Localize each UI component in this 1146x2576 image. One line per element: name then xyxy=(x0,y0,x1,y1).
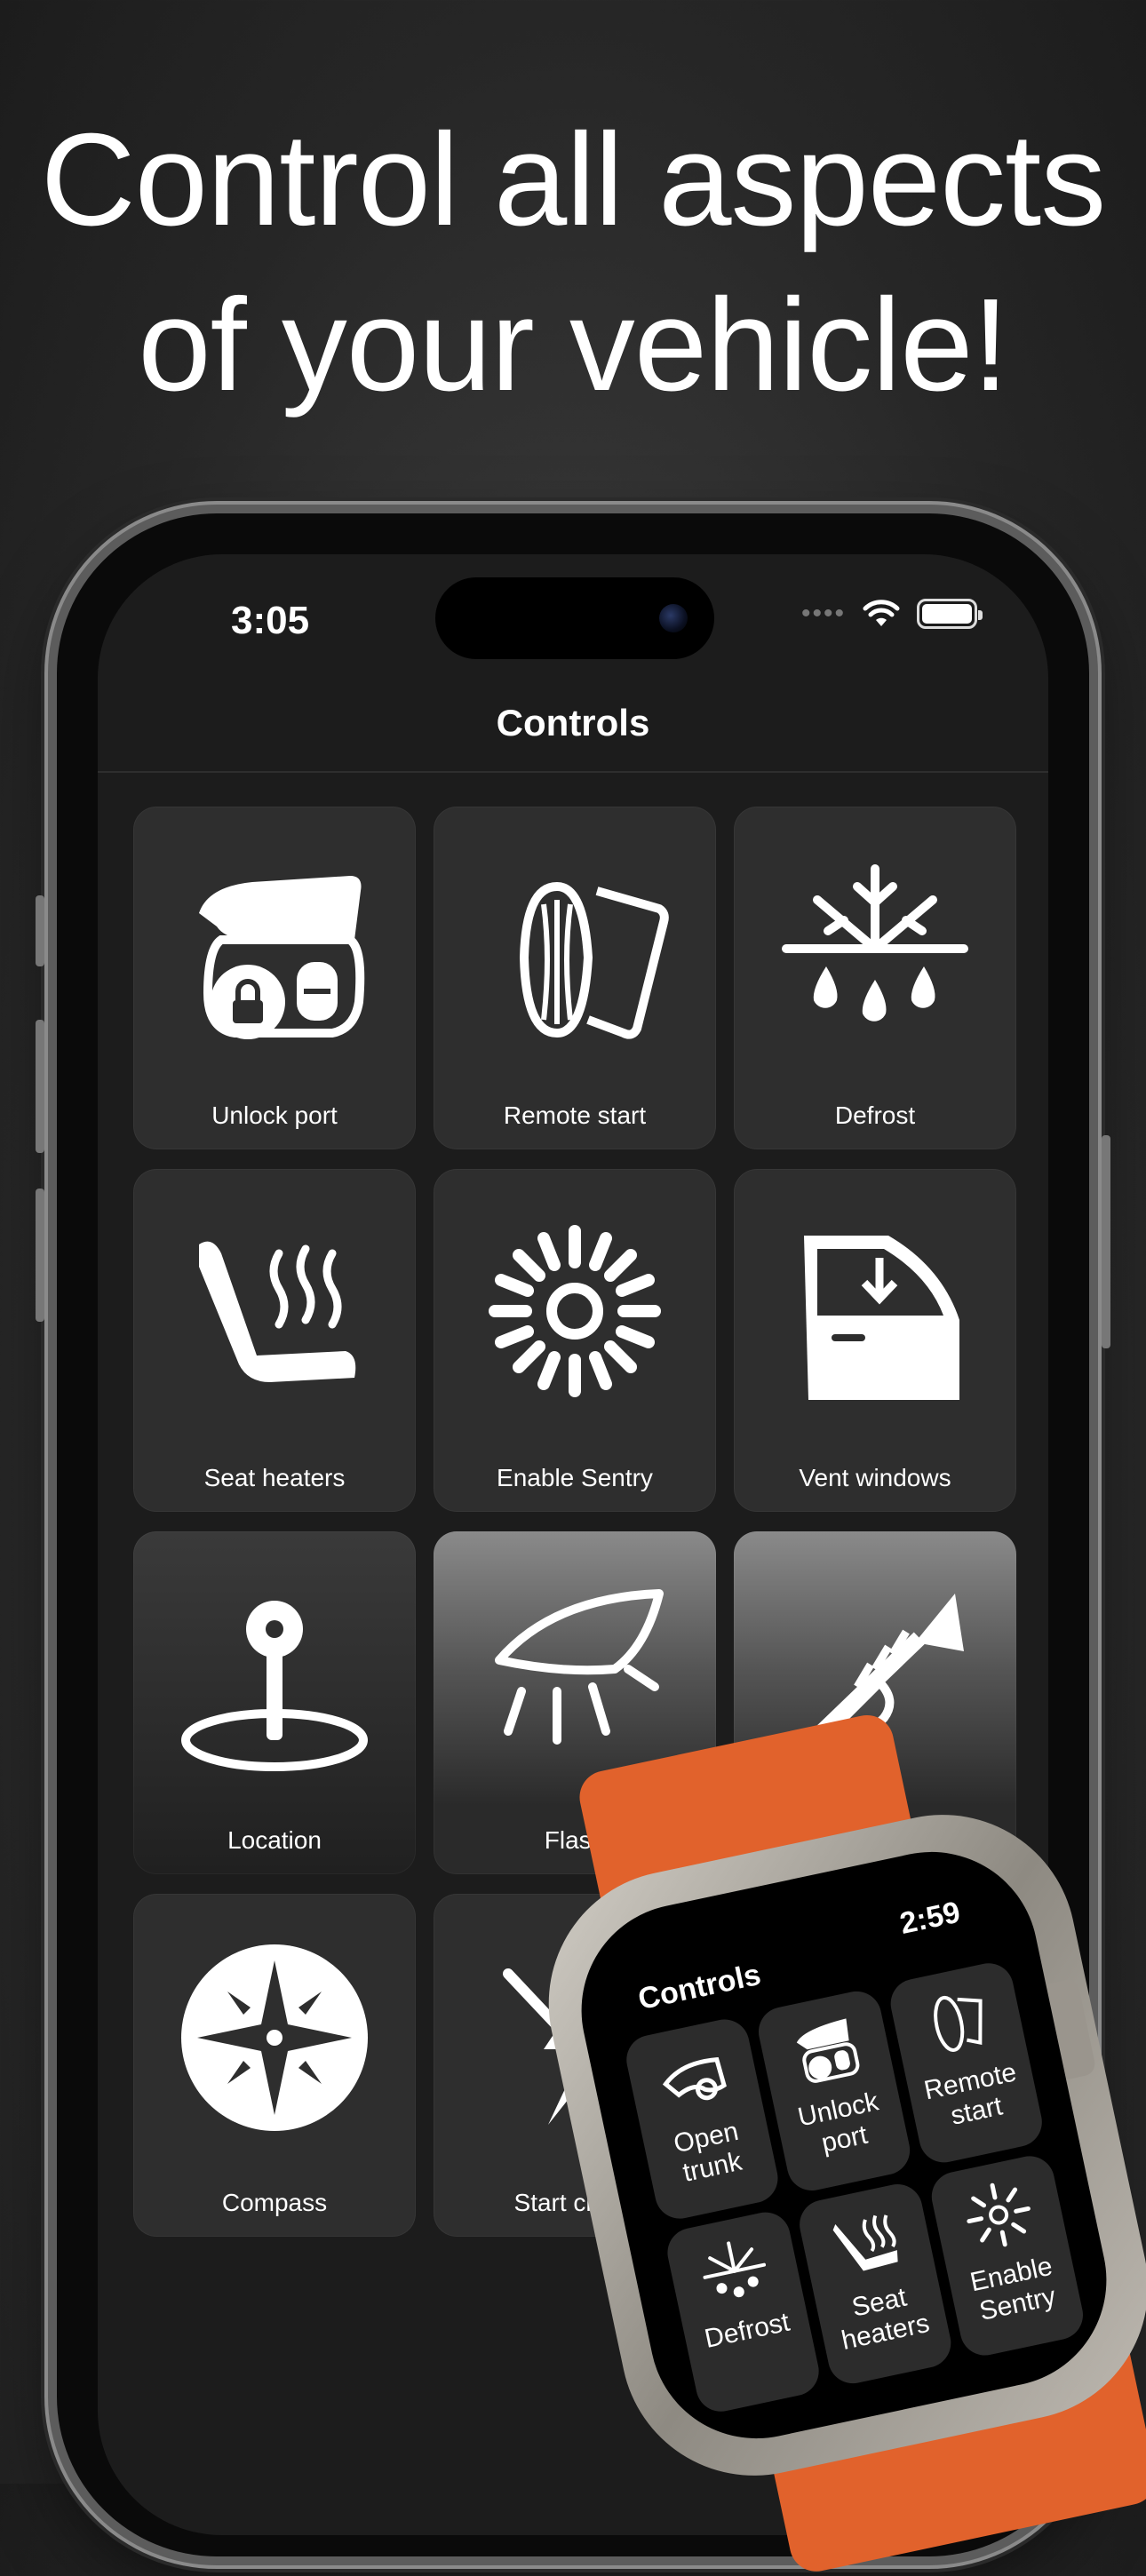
tile-label: Unlock port xyxy=(211,1101,338,1129)
tile-label: Enable Sentry xyxy=(497,1464,653,1491)
watch-tile-enable-sentry[interactable]: Enable Sentry xyxy=(927,2151,1088,2360)
watch-tile-remote-start[interactable]: Remote start xyxy=(886,1959,1047,2167)
headline-line-1: Control all aspects xyxy=(40,107,1106,253)
vent-window-icon xyxy=(804,1236,959,1400)
side-button xyxy=(1102,1135,1110,1348)
tile-defrost[interactable]: Defrost xyxy=(734,807,1016,1149)
charge-port-lock-icon xyxy=(199,876,365,1039)
watch-tile-defrost[interactable]: Defrost xyxy=(663,2207,824,2416)
watch-tile-label: Enable Sentry xyxy=(967,2251,1059,2326)
volume-up-button xyxy=(36,1020,44,1153)
watch-time: 2:59 xyxy=(896,1895,964,1941)
cellular-dots-icon: •••• xyxy=(800,599,846,628)
watch-title: Controls xyxy=(634,1957,764,2017)
headline-line-2: of your vehicle! xyxy=(138,272,1008,418)
status-icons: •••• xyxy=(800,599,983,629)
compass-icon xyxy=(181,1944,368,2131)
watch-tile-unlock-port[interactable]: Unlock port xyxy=(753,1986,915,2196)
nav-title: Controls xyxy=(496,702,650,743)
nav-divider xyxy=(98,771,1048,773)
watch-tile-open-trunk[interactable]: Open trunk xyxy=(622,2015,783,2223)
trunk-icon xyxy=(662,2056,727,2101)
tile-unlock-port[interactable]: Unlock port xyxy=(133,807,416,1149)
watch-tile-label: Seat heaters xyxy=(839,2282,933,2356)
tile-location[interactable]: Location xyxy=(133,1531,416,1874)
watch-tile-label: Defrost xyxy=(702,2307,792,2354)
tile-label: Defrost xyxy=(834,1101,916,1129)
tile-remote-start[interactable]: Remote start xyxy=(434,807,716,1149)
sentry-icon xyxy=(967,2182,1031,2247)
remote-start-icon xyxy=(934,1995,983,2052)
tile-label: Compass xyxy=(221,2189,328,2216)
charge-port-lock-icon xyxy=(796,2018,860,2083)
status-time: 3:05 xyxy=(231,599,310,642)
watch-tile-label: Unlock port xyxy=(795,2087,881,2159)
battery-icon xyxy=(917,599,983,629)
tile-vent-windows[interactable]: Vent windows xyxy=(734,1169,1016,1512)
tile-label: Location xyxy=(227,1826,322,1854)
watch-tile-label: Remote start xyxy=(921,2057,1020,2131)
tile-seat-heaters[interactable]: Seat heaters xyxy=(133,1169,416,1512)
camera-icon xyxy=(659,604,688,632)
remote-start-icon xyxy=(519,881,669,1039)
dynamic-island xyxy=(435,577,714,659)
tile-compass[interactable]: Compass xyxy=(133,1894,416,2237)
headlight-flash-icon xyxy=(495,1589,664,1745)
defrost-icon xyxy=(782,864,968,1022)
watch-tile-label: Open trunk xyxy=(671,2116,744,2188)
volume-down-button xyxy=(36,1189,44,1322)
sentry-icon xyxy=(489,1225,661,1397)
location-pin-icon xyxy=(181,1601,368,1771)
wifi-icon xyxy=(863,600,900,626)
tile-enable-sentry[interactable]: Enable Sentry xyxy=(434,1169,716,1512)
tile-label: Vent windows xyxy=(799,1464,951,1491)
watch-controls-grid: Open trunk Unlock port Remote start Defr… xyxy=(622,1956,1102,2416)
headline: Control all aspects of your vehicle! xyxy=(0,98,1146,428)
seat-heater-icon xyxy=(199,1241,356,1382)
tile-label: Remote start xyxy=(503,1101,647,1129)
tile-label: Seat heaters xyxy=(203,1464,346,1491)
defrost-icon xyxy=(703,2241,767,2298)
seat-heater-icon xyxy=(832,2214,898,2271)
watch-tile-seat-heaters[interactable]: Seat heaters xyxy=(794,2179,956,2389)
action-button xyxy=(36,895,44,966)
